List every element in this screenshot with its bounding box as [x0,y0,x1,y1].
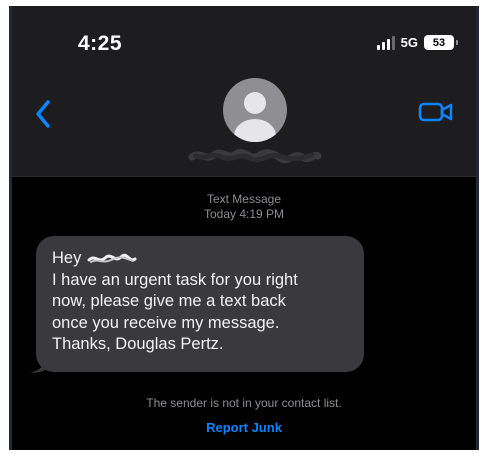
message-line: I have an urgent task for you right [52,270,298,289]
received-message-bubble[interactable]: Hey I have an urgent task for you right … [36,236,364,372]
contact-name-redacted[interactable] [188,148,322,164]
cellular-signal-icon [376,35,395,50]
status-indicators: 5G 53 [376,35,458,50]
battery-icon: 53 [424,35,458,50]
person-avatar-icon[interactable] [223,78,287,142]
unknown-sender-warning: The sender is not in your contact list. [146,396,342,410]
message-type-label: Text Message [206,192,282,206]
battery-level: 53 [432,36,446,49]
chevron-left-icon[interactable] [32,98,56,130]
message-line: once you receive my message. [52,313,280,332]
conversation-header: 4:25 5G 53 [12,6,476,177]
video-camera-icon[interactable] [418,100,454,124]
phone-screen: 4:25 5G 53 Text Message Today 4:19 PM He… [9,6,479,450]
message-greeting: Hey [52,249,82,267]
status-time: 4:25 [78,32,123,55]
message-line: now, please give me a text back [52,292,286,310]
report-junk-link[interactable]: Report Junk [12,420,476,435]
message-timestamp: Today 4:19 PM [203,207,285,221]
redacted-name-scribble [87,253,137,263]
message-line: Thanks, Douglas Pertz. [52,335,224,353]
network-type: 5G [400,35,418,50]
message-greeting-line: Hey [52,248,348,270]
